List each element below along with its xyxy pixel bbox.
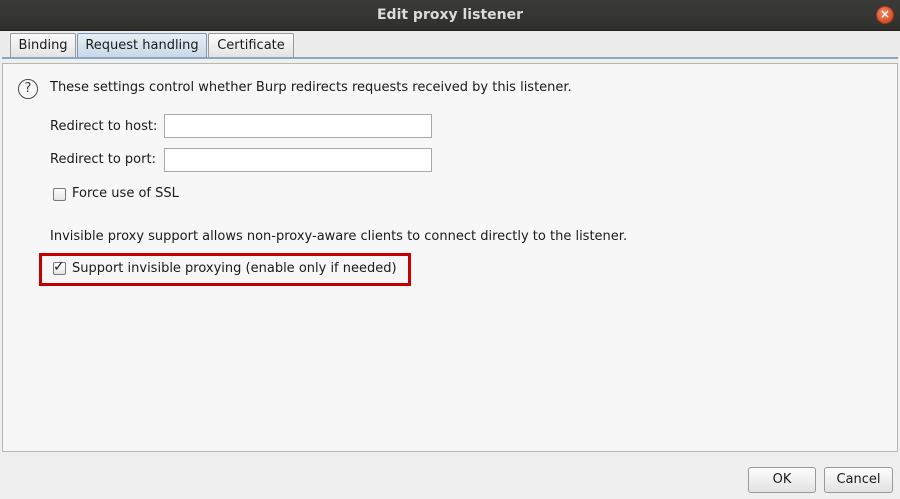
invisible-proxy-description: Invisible proxy support allows non-proxy…: [50, 229, 628, 244]
checkmark-icon: ✓: [53, 259, 65, 275]
ok-button[interactable]: OK: [748, 467, 816, 493]
close-button[interactable]: ×: [876, 6, 894, 24]
tab-binding[interactable]: Binding: [10, 33, 76, 57]
redirect-port-label: Redirect to port:: [50, 152, 156, 167]
tab-underline: [2, 57, 898, 59]
window-title: Edit proxy listener: [376, 7, 523, 23]
ok-button-label: OK: [772, 472, 792, 487]
tab-certificate-label: Certificate: [217, 38, 285, 53]
force-ssl-label[interactable]: Force use of SSL: [72, 186, 179, 201]
redirect-host-input[interactable]: [164, 114, 432, 138]
tab-binding-label: Binding: [18, 38, 68, 53]
close-icon: ×: [879, 7, 891, 21]
settings-description: These settings control whether Burp redi…: [50, 80, 572, 95]
invisible-proxying-label[interactable]: Support invisible proxying (enable only …: [72, 261, 397, 276]
invisible-proxying-checkbox[interactable]: ✓: [53, 259, 66, 275]
redirect-host-label: Redirect to host:: [50, 119, 158, 134]
question-circle-icon[interactable]: ?: [18, 79, 38, 99]
tab-certificate[interactable]: Certificate: [208, 33, 294, 57]
cancel-button[interactable]: Cancel: [824, 467, 893, 493]
force-ssl-checkbox[interactable]: [53, 188, 66, 201]
redirect-port-input[interactable]: [164, 148, 432, 172]
tab-request-handling-label: Request handling: [85, 38, 199, 53]
cancel-button-label: Cancel: [836, 472, 881, 487]
tab-request-handling[interactable]: Request handling: [77, 33, 207, 57]
